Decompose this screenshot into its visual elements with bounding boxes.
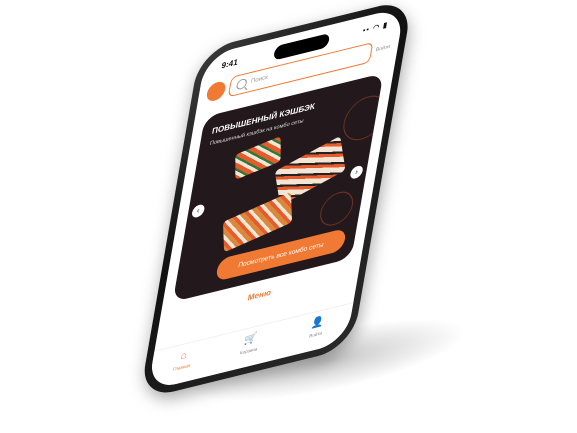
status-icons: ▪▪ ◠ ▮ xyxy=(362,21,389,35)
carousel-prev-button[interactable]: ‹ xyxy=(191,203,206,219)
tab-home[interactable]: ⌂ Главная xyxy=(156,344,210,376)
login-link[interactable]: Войти xyxy=(375,44,390,54)
brand-logo[interactable] xyxy=(205,79,227,103)
sushi-plate-image xyxy=(235,136,281,180)
decor-swirl xyxy=(317,188,356,230)
search-icon xyxy=(235,77,248,91)
tab-cart[interactable]: 🛒 Корзина xyxy=(223,328,277,360)
carousel-next-button[interactable]: › xyxy=(349,164,364,180)
decor-swirl xyxy=(339,91,384,145)
status-time: 9:41 xyxy=(220,57,239,71)
search-placeholder: Поиск xyxy=(250,74,269,85)
tab-profile[interactable]: 👤 Войти xyxy=(290,311,344,343)
